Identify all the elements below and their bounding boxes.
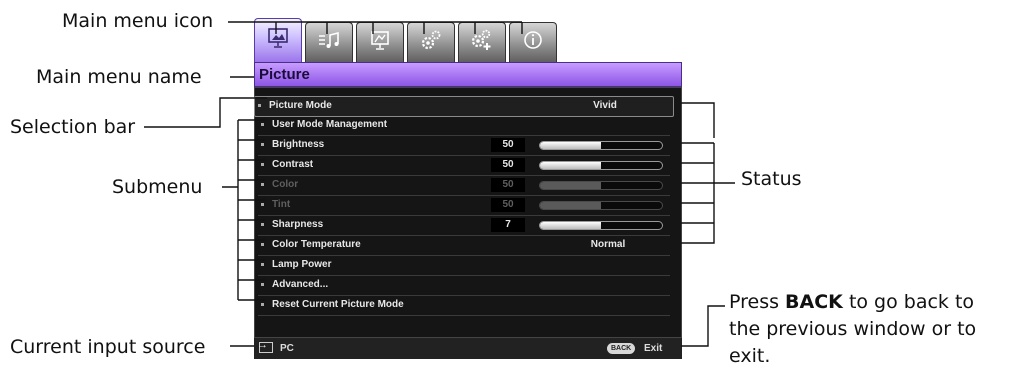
submenu-item[interactable]: Contrast 50 — [258, 156, 670, 176]
callout-current-input-source: Current input source — [10, 336, 206, 358]
callout-selection-bar: Selection bar — [10, 116, 136, 138]
submenu-item-label: Tint — [272, 199, 291, 210]
submenu-item[interactable]: Color 50 — [258, 176, 670, 196]
callout-back-line-3: exit. — [729, 345, 771, 367]
submenu-item[interactable]: Tint 50 — [258, 196, 670, 216]
system-setup-advanced-icon — [470, 29, 494, 57]
callout-main-menu-name: Main menu name — [36, 66, 202, 88]
leader-status — [681, 102, 735, 244]
submenu-item-label: Color — [272, 179, 299, 190]
level-slider-fill — [540, 202, 601, 209]
information-icon — [522, 29, 544, 57]
submenu-item-label: Brightness — [272, 139, 325, 150]
submenu-item-label: User Mode Management — [272, 119, 388, 130]
display-icon — [369, 29, 391, 57]
bullet-icon — [261, 143, 264, 146]
back-button-icon[interactable]: BACK — [607, 343, 636, 354]
bullet-icon — [261, 123, 264, 126]
level-slider-fill — [540, 162, 601, 169]
submenu-item-label: Color Temperature — [272, 239, 361, 250]
tab-system-setup-basic[interactable] — [407, 22, 455, 63]
submenu-item-label: Sharpness — [272, 219, 324, 230]
submenu-item-value: 50 — [491, 158, 525, 172]
submenu-item[interactable]: Color Temperature Normal — [258, 236, 670, 256]
back-key-label: BACK — [785, 291, 843, 313]
level-slider[interactable] — [539, 141, 663, 150]
bullet-icon — [261, 203, 264, 206]
submenu-item-value: 50 — [491, 178, 525, 192]
submenu-item-value: 7 — [491, 218, 525, 232]
submenu-item[interactable]: User Mode Management — [258, 116, 670, 136]
bullet-icon — [261, 303, 264, 306]
submenu-item-label: Advanced... — [272, 279, 329, 290]
submenu-item-label: Picture Mode — [269, 100, 332, 111]
bullet-icon — [261, 243, 264, 246]
tab-display[interactable] — [356, 22, 404, 63]
submenu-item-value: 50 — [491, 198, 525, 212]
bullet-icon — [261, 223, 264, 226]
bullet-icon — [261, 263, 264, 266]
exit-label: Exit — [644, 343, 663, 354]
tab-system-setup-advanced[interactable] — [458, 22, 506, 63]
submenu-item[interactable]: Picture Mode Vivid — [254, 96, 674, 117]
submenu-item-label: Reset Current Picture Mode — [272, 299, 404, 310]
submenu-item-label: Contrast — [272, 159, 314, 170]
submenu-item-label: Lamp Power — [272, 259, 332, 270]
level-slider[interactable] — [539, 201, 663, 210]
system-setup-basic-icon — [419, 29, 443, 57]
level-slider[interactable] — [539, 161, 663, 170]
bullet-icon — [258, 104, 261, 107]
picture-icon — [266, 27, 290, 55]
main-menu-tabs — [246, 18, 682, 63]
bullet-icon — [261, 163, 264, 166]
callout-main-menu-icon: Main menu icon — [62, 10, 214, 32]
submenu-item-value: 50 — [491, 138, 525, 152]
input-source-icon — [257, 339, 273, 353]
audio-settings-icon — [317, 30, 341, 56]
callout-back-line-2: the previous window or to — [729, 318, 977, 340]
level-slider-fill — [540, 222, 601, 229]
submenu-item[interactable]: Lamp Power — [258, 256, 670, 276]
current-input-source: PC — [280, 343, 294, 354]
submenu-item[interactable]: Brightness 50 — [258, 136, 670, 156]
leader-back — [681, 305, 725, 347]
level-slider[interactable] — [539, 221, 663, 230]
bullet-icon — [261, 283, 264, 286]
tab-picture[interactable] — [254, 18, 302, 63]
osd-menu: Picture Picture Mode Vivid User Mode Manag… — [246, 18, 682, 359]
level-slider[interactable] — [539, 181, 663, 190]
callout-submenu: Submenu — [112, 176, 203, 198]
main-menu-name: Picture — [259, 66, 310, 83]
tab-audio-settings[interactable] — [305, 22, 353, 63]
main-menu-title-bar: Picture — [254, 62, 682, 87]
osd-footer: PC BACK Exit — [254, 337, 682, 359]
bullet-icon — [261, 183, 264, 186]
submenu-item[interactable]: Advanced... — [258, 276, 670, 296]
submenu-item[interactable]: Sharpness 7 — [258, 216, 670, 236]
submenu-item-status: Normal — [590, 239, 626, 250]
callout-status: Status — [741, 168, 802, 190]
submenu-item[interactable]: Reset Current Picture Mode — [258, 296, 670, 316]
callout-back-line-1: Press BACK to go back to — [729, 291, 975, 313]
submenu-item-status: Vivid — [593, 100, 617, 111]
level-slider-fill — [540, 182, 601, 189]
tab-information[interactable] — [509, 22, 557, 63]
level-slider-fill — [540, 142, 601, 149]
